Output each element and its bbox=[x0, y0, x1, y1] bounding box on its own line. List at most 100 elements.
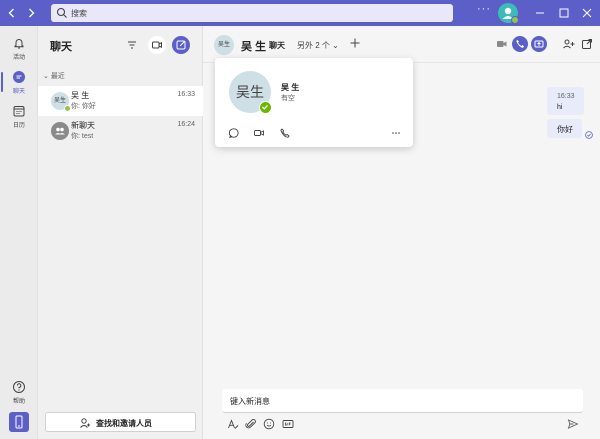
back-arrow-icon[interactable] bbox=[5, 6, 19, 20]
video-call-button[interactable] bbox=[495, 37, 509, 51]
chat-list-item[interactable]: 吴生 吴 生 你: 你好 16:33 bbox=[38, 86, 203, 116]
maximize-icon bbox=[559, 8, 569, 18]
close-icon bbox=[582, 8, 592, 18]
rail-item-chat[interactable]: 聊天 bbox=[0, 66, 38, 100]
rail-item-calendar[interactable]: 日历 bbox=[0, 100, 38, 134]
profile-status: 有空 bbox=[281, 95, 295, 102]
paperclip-icon bbox=[245, 419, 256, 429]
profile-video-button[interactable] bbox=[253, 127, 265, 139]
people-add-icon bbox=[563, 39, 575, 49]
video-camera-icon bbox=[152, 41, 162, 49]
calendar-icon bbox=[13, 106, 25, 117]
chat-list-item[interactable]: 新聊天 你: test 16:24 bbox=[38, 116, 203, 146]
rail-item-label: 帮助 bbox=[12, 399, 25, 405]
filter-button[interactable] bbox=[123, 36, 141, 54]
emoji-button[interactable] bbox=[263, 418, 275, 430]
chevron-down-icon: ⌄ bbox=[43, 73, 51, 80]
new-chat-button[interactable] bbox=[172, 36, 190, 54]
chat-list-title: 聊天 bbox=[50, 41, 72, 53]
meet-now-button[interactable] bbox=[148, 36, 166, 54]
add-person-icon bbox=[80, 418, 90, 428]
more-options-icon[interactable]: ··· bbox=[477, 3, 491, 15]
chat-time: 16:24 bbox=[177, 121, 195, 128]
search-input[interactable] bbox=[71, 6, 441, 20]
rail-item-label: 聊天 bbox=[12, 89, 25, 95]
help-icon bbox=[13, 381, 25, 393]
share-screen-button[interactable] bbox=[531, 36, 547, 52]
message-time: 16:33 bbox=[557, 93, 575, 100]
bell-icon bbox=[14, 39, 24, 49]
chat-preview: 你: 你好 bbox=[71, 103, 96, 110]
message-input[interactable] bbox=[230, 395, 570, 408]
forward-arrow-icon[interactable] bbox=[24, 6, 38, 20]
send-button[interactable] bbox=[567, 418, 579, 430]
profile-more-button[interactable] bbox=[390, 127, 402, 139]
mobile-phone-icon bbox=[15, 415, 23, 429]
chat-time: 16:33 bbox=[177, 91, 195, 98]
rail-item-label: 活动 bbox=[12, 55, 25, 61]
recent-section-label[interactable]: ⌄ 最近 bbox=[43, 71, 65, 81]
rail-item-label: 日历 bbox=[12, 123, 25, 129]
share-screen-icon bbox=[534, 40, 544, 48]
phone-icon bbox=[516, 40, 524, 48]
minimize-button[interactable] bbox=[533, 6, 547, 20]
chat-icon bbox=[13, 71, 25, 83]
app-rail: 活动 聊天 日历 帮助 bbox=[0, 26, 38, 439]
message-bubble[interactable] bbox=[547, 87, 584, 115]
close-button[interactable] bbox=[580, 6, 594, 20]
search-icon bbox=[56, 7, 68, 19]
find-invite-people-button[interactable]: 查找和邀请人员 bbox=[45, 412, 196, 432]
group-icon bbox=[55, 127, 65, 135]
format-text-icon bbox=[228, 419, 239, 429]
mobile-app-button[interactable] bbox=[9, 412, 29, 432]
profile-card: 吴生 吴 生 有空 bbox=[215, 58, 413, 147]
available-check-icon bbox=[259, 101, 272, 114]
chat-preview: 你: test bbox=[71, 133, 94, 140]
chat-name: 新聊天 bbox=[71, 121, 95, 130]
chat-bubble-icon bbox=[228, 128, 239, 139]
compose-icon bbox=[176, 40, 186, 50]
phone-icon bbox=[280, 128, 290, 138]
profile-chat-button[interactable] bbox=[228, 127, 240, 139]
minimize-icon bbox=[536, 12, 544, 14]
header-avatar[interactable]: 吴生 bbox=[214, 35, 234, 55]
video-camera-icon bbox=[497, 41, 507, 47]
rail-item-activity[interactable]: 活动 bbox=[0, 32, 38, 66]
message-text: hi bbox=[557, 104, 563, 111]
group-chat-avatar bbox=[51, 122, 69, 140]
send-icon bbox=[567, 419, 579, 429]
search-box[interactable] bbox=[51, 4, 453, 22]
title-bar: ··· bbox=[0, 0, 600, 26]
chevron-down-icon: ⌄ bbox=[332, 41, 339, 50]
tab-chat[interactable]: 聊天 bbox=[269, 40, 285, 51]
format-button[interactable] bbox=[227, 418, 239, 430]
invite-label: 查找和邀请人员 bbox=[96, 419, 152, 428]
other-participants-dropdown[interactable]: 另外 2 个 ⌄ bbox=[297, 40, 339, 51]
more-options-icon bbox=[392, 132, 400, 134]
rail-item-help[interactable]: 帮助 bbox=[0, 376, 38, 410]
profile-call-button[interactable] bbox=[279, 127, 291, 139]
plus-icon bbox=[350, 38, 360, 48]
compose-box[interactable] bbox=[222, 389, 583, 413]
pop-out-icon bbox=[582, 39, 592, 49]
gif-icon bbox=[282, 420, 294, 428]
message-text: 你好 bbox=[557, 125, 573, 134]
profile-name: 吴 生 bbox=[281, 83, 300, 92]
audio-call-button[interactable] bbox=[512, 36, 528, 52]
emoji-icon bbox=[263, 418, 275, 430]
gif-button[interactable] bbox=[282, 418, 294, 430]
chat-list-panel: 聊天 ⌄ 最近 吴生 吴 生 你: 你好 16:33 新聊天 你: test 1… bbox=[38, 26, 203, 439]
read-receipt-icon bbox=[585, 131, 593, 139]
header-contact-name[interactable]: 吴 生 bbox=[241, 38, 266, 54]
maximize-button[interactable] bbox=[557, 6, 571, 20]
presence-available-icon bbox=[511, 16, 519, 24]
attach-button[interactable] bbox=[245, 418, 257, 430]
add-tab-button[interactable] bbox=[349, 37, 361, 49]
presence-available-icon bbox=[64, 105, 71, 112]
filter-icon bbox=[128, 41, 136, 49]
add-people-button[interactable] bbox=[562, 37, 576, 51]
user-avatar[interactable] bbox=[498, 3, 519, 24]
pop-out-button[interactable] bbox=[580, 37, 594, 51]
video-camera-icon bbox=[254, 130, 264, 136]
chat-name: 吴 生 bbox=[71, 91, 90, 100]
